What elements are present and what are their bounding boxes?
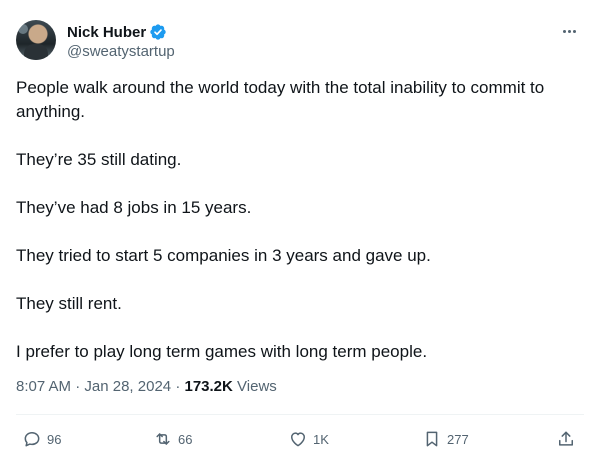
action-bar: 96 66 1K 277 (16, 427, 584, 451)
tweet-date[interactable]: Jan 28, 2024 (84, 378, 171, 395)
meta-separator: · (175, 378, 181, 395)
tweet-meta: 8:07 AM · Jan 28, 2024 · 173.2K Views (16, 378, 277, 395)
views-label: Views (237, 378, 277, 395)
tweet-paragraph: People walk around the world today with … (16, 78, 545, 121)
tweet-paragraph: They’ve had 8 jobs in 15 years. (16, 198, 252, 217)
tweet-time[interactable]: 8:07 AM (16, 378, 71, 395)
author-handle[interactable]: @sweatystartup (67, 43, 175, 60)
repost-icon (156, 433, 170, 445)
reply-icon (24, 432, 40, 447)
tweet-paragraph: They tried to start 5 companies in 3 yea… (16, 246, 431, 265)
bookmark-count: 277 (447, 431, 469, 447)
tweet-header: Nick Huber @sweatystartup (16, 20, 584, 64)
meta-separator: · (75, 378, 81, 395)
share-button[interactable] (556, 427, 576, 451)
bookmark-icon (426, 431, 438, 447)
share-icon (559, 431, 573, 446)
tweet-paragraph: I prefer to play long term games with lo… (16, 342, 428, 361)
reply-count: 96 (47, 431, 62, 447)
author-display-name[interactable]: Nick Huber (67, 24, 146, 41)
tweet-card: Nick Huber @sweatystartup People walk ar… (0, 0, 599, 462)
bookmark-button[interactable]: 277 (422, 427, 469, 451)
reply-button[interactable]: 96 (22, 427, 61, 451)
more-dot (562, 29, 566, 33)
display-name-row: Nick Huber (67, 22, 175, 42)
avatar[interactable] (16, 20, 56, 60)
like-count: 1K (313, 431, 329, 447)
more-options-icon[interactable] (558, 22, 580, 40)
divider (16, 414, 584, 415)
author-names: Nick Huber @sweatystartup (67, 22, 175, 61)
tweet-paragraph: They still rent. (16, 294, 122, 313)
like-button[interactable]: 1K (288, 427, 329, 451)
tweet-paragraph: They’re 35 still dating. (16, 150, 182, 169)
verified-badge-icon (150, 24, 166, 40)
views-count[interactable]: 173.2K (184, 378, 232, 395)
more-dot (572, 29, 576, 33)
heart-icon (291, 432, 305, 447)
tweet-text: People walk around the world today with … (16, 76, 584, 364)
avatar-figure (24, 44, 48, 60)
avatar-background-light (18, 24, 28, 34)
repost-button[interactable]: 66 (153, 427, 192, 451)
repost-count: 66 (178, 431, 193, 447)
more-dot (567, 29, 571, 33)
